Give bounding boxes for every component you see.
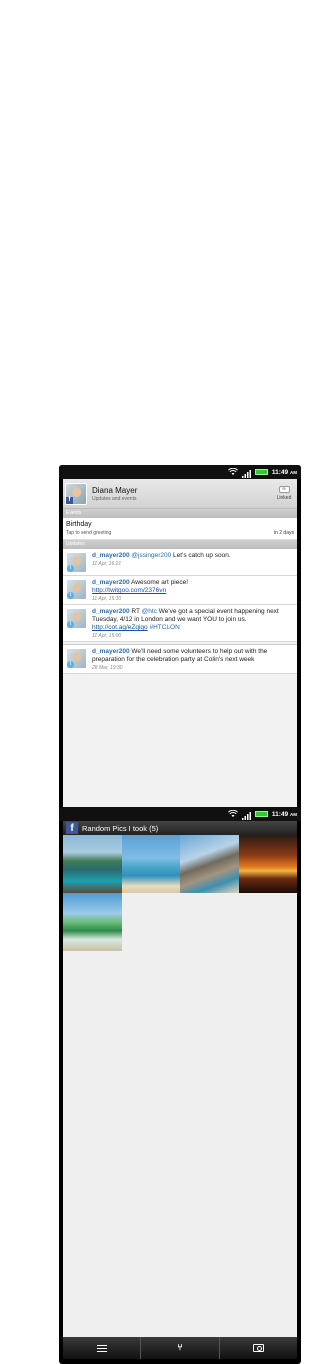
facebook-icon: f (66, 822, 78, 834)
update-time: 11 Apr, 15:00 (92, 633, 122, 639)
update-link[interactable]: http://cot.ag/eZqiqo (92, 624, 148, 631)
update-mention[interactable]: @jssinger200 (131, 552, 171, 559)
contact-name: Diana Mayer (92, 485, 138, 495)
share-button[interactable]: ⑂ (141, 1337, 220, 1359)
camera-icon (252, 1344, 264, 1352)
status-time: 11:49 AM (271, 810, 297, 818)
battery-icon (254, 469, 268, 475)
updates-screen: f Diana Mayer Updates and events ∞ Linke… (63, 479, 297, 858)
update-user[interactable]: d_mayer200 (92, 579, 130, 586)
photo-thumbnail[interactable] (63, 893, 122, 951)
status-bar: 11:49 AM (59, 807, 301, 821)
photo-thumbnail[interactable] (238, 835, 297, 893)
event-subtitle: Tap to send greeting (66, 530, 112, 536)
linked-label: Linked (276, 495, 292, 501)
album-header: f Random Pics I took (5) (63, 821, 297, 835)
list-item[interactable]: t d_mayer200 RT @htc We've got a special… (63, 605, 297, 642)
contact-header[interactable]: f Diana Mayer Updates and events ∞ Linke… (63, 479, 297, 509)
twitter-badge-icon: t (67, 565, 74, 572)
avatar: f (65, 482, 87, 505)
menu-icon (96, 1344, 107, 1352)
contact-subtitle: Updates and events (92, 495, 137, 502)
menu-button[interactable] (63, 1337, 142, 1359)
twitter-badge-icon: t (67, 621, 74, 628)
avatar: t (66, 648, 87, 669)
update-time: 11 Apr, 16:21 (92, 561, 122, 567)
phone-screen-album: 11:49 AM f Random Pics I took (5) ⑂ (59, 807, 301, 1364)
update-prefix: RT (129, 608, 142, 615)
camera-button[interactable] (220, 1337, 297, 1359)
update-mention[interactable]: @htc (142, 608, 157, 615)
update-hashtag[interactable]: #HTCLON (148, 624, 179, 631)
bottom-action-bar: ⑂ (63, 1337, 297, 1359)
update-user[interactable]: d_mayer200 (92, 552, 130, 559)
update-time: 11 Apr, 15:10 (92, 596, 122, 602)
events-section-label: Events (63, 509, 297, 518)
photo-thumbnail[interactable] (121, 835, 180, 893)
battery-icon (254, 811, 268, 817)
list-item[interactable]: t d_mayer200 Awesome art piece! http://tw… (63, 576, 297, 605)
album-screen: f Random Pics I took (5) (63, 821, 297, 1337)
event-title: Birthday (66, 521, 92, 528)
wifi-icon (227, 468, 238, 476)
album-title: Random Pics I took (5) (82, 823, 159, 833)
update-text: Awesome art piece! (129, 579, 189, 586)
linked-button[interactable]: ∞ Linked (273, 486, 295, 501)
photo-thumbnail[interactable] (63, 835, 122, 893)
status-bar: 11:49 AM (59, 465, 301, 479)
facebook-badge-icon: f (66, 496, 73, 504)
avatar: t (66, 552, 87, 573)
list-item[interactable]: t d_mayer200 @jssinger200 Let's catch up… (63, 549, 297, 576)
update-user[interactable]: d_mayer200 (92, 608, 130, 615)
link-icon: ∞ (278, 486, 290, 493)
update-user[interactable]: d_mayer200 (92, 648, 130, 655)
birthday-event[interactable]: Birthday Tap to send greeting in 2 days (63, 518, 297, 540)
event-when: in 2 days (273, 530, 294, 536)
share-icon: ⑂ (177, 1343, 183, 1353)
updates-section-label: Updates (63, 540, 297, 549)
twitter-badge-icon: t (67, 661, 74, 668)
avatar: t (66, 579, 87, 600)
list-item[interactable]: t d_mayer200 We'll need some volunteers … (63, 644, 297, 674)
update-link[interactable]: http://twitgoo.com/2376vn (92, 587, 166, 594)
twitter-badge-icon: t (67, 592, 74, 599)
photo-grid (63, 835, 297, 951)
update-text: Let's catch up soon. (171, 552, 231, 559)
wifi-icon (227, 810, 238, 818)
avatar: t (66, 608, 87, 629)
photo-thumbnail[interactable] (180, 835, 239, 893)
status-time: 11:49 AM (271, 468, 297, 476)
update-time: 28 Mar, 19:30 (92, 665, 123, 671)
